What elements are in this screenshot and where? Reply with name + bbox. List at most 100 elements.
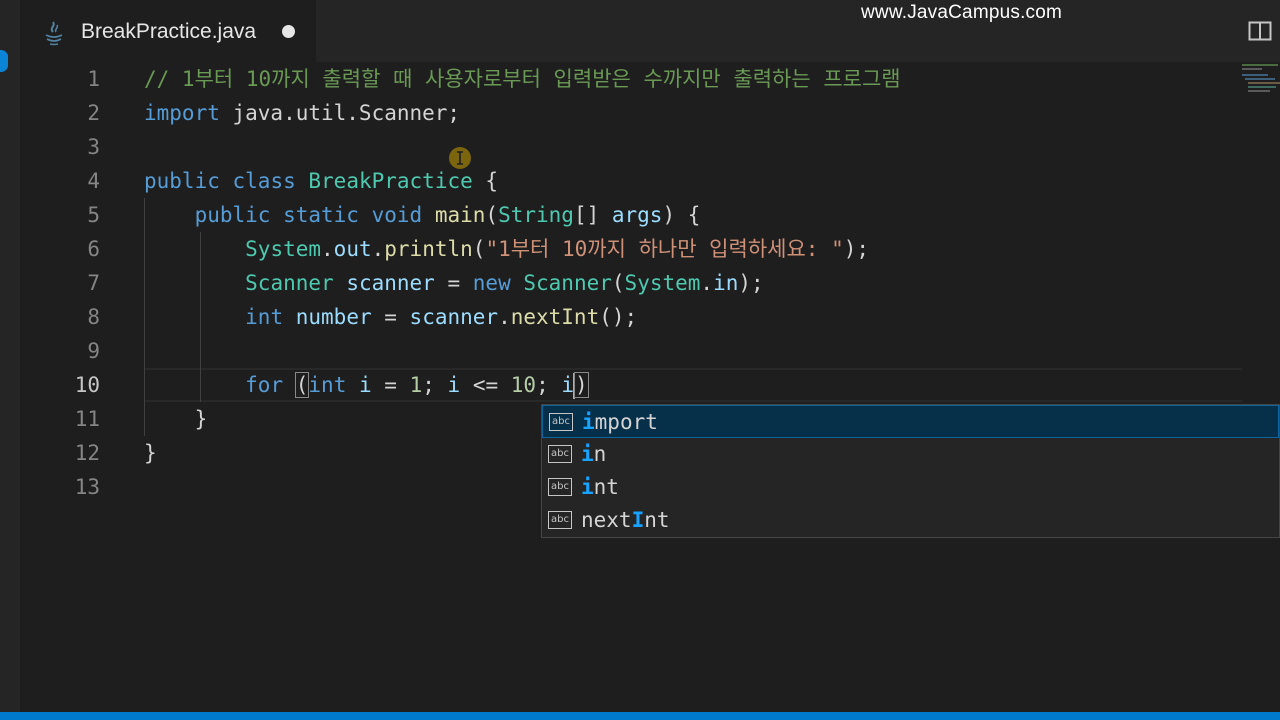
keyword-public: public: [194, 203, 271, 227]
suggestion-label: int: [581, 471, 619, 504]
suggestion-prefix: next: [581, 508, 632, 532]
class-name: BreakPractice: [308, 169, 473, 193]
suggestion-item-import[interactable]: abc import: [542, 405, 1279, 438]
code-editor[interactable]: 1 2 3 4 5 6 7 8 9 10 11 12 13 // 1부터 10까…: [20, 62, 1280, 712]
method-name: nextInt: [510, 305, 600, 329]
punctuation: );: [843, 237, 870, 261]
variable-name: i: [447, 373, 461, 397]
parameter: args: [611, 203, 663, 227]
line-number: 8: [87, 305, 100, 329]
keyword-import: import: [144, 101, 220, 125]
text-word-icon: abc: [548, 478, 572, 496]
minimap[interactable]: [1242, 62, 1280, 122]
line-number: 7: [87, 271, 100, 295]
punctuation: []: [573, 203, 612, 227]
variable-name: scanner: [409, 305, 499, 329]
punctuation: ;: [536, 373, 562, 397]
minimap-line: [1242, 74, 1268, 76]
import-path: java.util.Scanner;: [219, 101, 461, 125]
keyword-new: new: [472, 271, 511, 295]
line-number: 11: [74, 407, 100, 431]
punctuation: ) {: [662, 203, 701, 227]
type-name: System: [245, 237, 322, 261]
punctuation: }: [194, 407, 208, 431]
line-number: 5: [87, 203, 100, 227]
match-highlight: i: [582, 410, 595, 434]
suggestion-label: nextInt: [581, 504, 670, 537]
code-line-2: import java.util.Scanner;: [144, 96, 460, 130]
minimap-line: [1248, 90, 1270, 92]
punctuation: .: [700, 271, 714, 295]
type-name: Scanner: [245, 271, 334, 295]
punctuation: }: [144, 441, 157, 465]
suggestion-item-int[interactable]: abc int: [542, 471, 1279, 504]
punctuation: (: [485, 203, 499, 227]
suggestion-item-nextint[interactable]: abc nextInt: [542, 504, 1279, 537]
line-number: 4: [87, 169, 100, 193]
keyword-int: int: [308, 373, 347, 397]
punctuation: ;: [422, 373, 448, 397]
punctuation: (: [611, 271, 625, 295]
code-line-5: public static void main(String[] args) {: [144, 198, 701, 232]
line-number: 9: [87, 339, 100, 363]
string-literal: "1부터 10까지 하나만 입력하세요: ": [485, 237, 844, 261]
line-number: 6: [87, 237, 100, 261]
punctuation: .: [321, 237, 334, 261]
watermark: www.JavaCampus.com: [861, 2, 1063, 23]
keyword-static: static: [283, 203, 359, 227]
keyword-int: int: [245, 305, 284, 329]
suggestion-item-in[interactable]: abc in: [542, 438, 1279, 471]
text-word-icon: abc: [548, 445, 572, 463]
keyword-void: void: [371, 203, 423, 227]
tab-breakpractice[interactable]: BreakPractice.java: [20, 0, 316, 62]
method-name: main: [434, 203, 486, 227]
minimap-line: [1242, 68, 1262, 70]
variable-name: i: [359, 373, 372, 397]
minimap-line: [1242, 64, 1278, 66]
bracket-match: ): [574, 372, 589, 398]
keyword-class: class: [232, 169, 296, 193]
operator: =: [371, 305, 410, 329]
minimap-line: [1248, 86, 1276, 88]
punctuation: {: [472, 169, 499, 193]
tab-title: BreakPractice.java: [81, 20, 257, 43]
variable-name: number: [295, 305, 372, 329]
variable-name: scanner: [346, 271, 435, 295]
suggestion-rest: n: [593, 442, 607, 466]
match-highlight: i: [581, 475, 594, 499]
punctuation: ();: [599, 305, 638, 329]
activity-bar-edge: [0, 0, 20, 720]
punctuation: (: [472, 237, 486, 261]
code-line-4: public class BreakPractice {: [144, 164, 498, 198]
code-line-11: }: [144, 402, 208, 436]
number-literal: 1: [409, 373, 423, 397]
operator: =: [371, 373, 410, 397]
code-line-7: Scanner scanner = new Scanner(System.in)…: [144, 266, 764, 300]
minimap-line: [1245, 78, 1275, 80]
operator: <=: [460, 373, 511, 397]
line-number-active: 10: [74, 373, 100, 397]
code-line-6: System.out.println("1부터 10까지 하나만 입력하세요: …: [144, 232, 869, 266]
keyword-for: for: [245, 373, 284, 397]
line-number: 1: [87, 67, 100, 91]
unsaved-dot-icon[interactable]: [282, 25, 295, 38]
type-name: Scanner: [523, 271, 612, 295]
status-bar: [0, 712, 1280, 720]
code-line-10: for (int i = 1; i <= 10; i): [144, 368, 589, 402]
method-name: println: [384, 237, 473, 261]
code-line-12: }: [144, 436, 157, 470]
field-name: in: [713, 271, 739, 295]
match-highlight: i: [581, 442, 594, 466]
code-line-1: // 1부터 10까지 출력할 때 사용자로부터 입력받은 수까지만 출력하는 …: [144, 62, 901, 96]
type-name: System: [624, 271, 701, 295]
suggestion-label: import: [582, 406, 658, 439]
suggestion-label: in: [581, 438, 606, 471]
punctuation: .: [371, 237, 385, 261]
autocomplete-suggestions[interactable]: abc import abc in abc int abc nextInt: [541, 404, 1280, 538]
split-editor-icon[interactable]: [1248, 21, 1272, 41]
bracket-match: (: [294, 372, 310, 398]
suggestion-rest: nt: [593, 475, 619, 499]
type-name: String: [498, 203, 574, 227]
activity-indicator: [0, 50, 8, 72]
operator: =: [434, 271, 473, 295]
